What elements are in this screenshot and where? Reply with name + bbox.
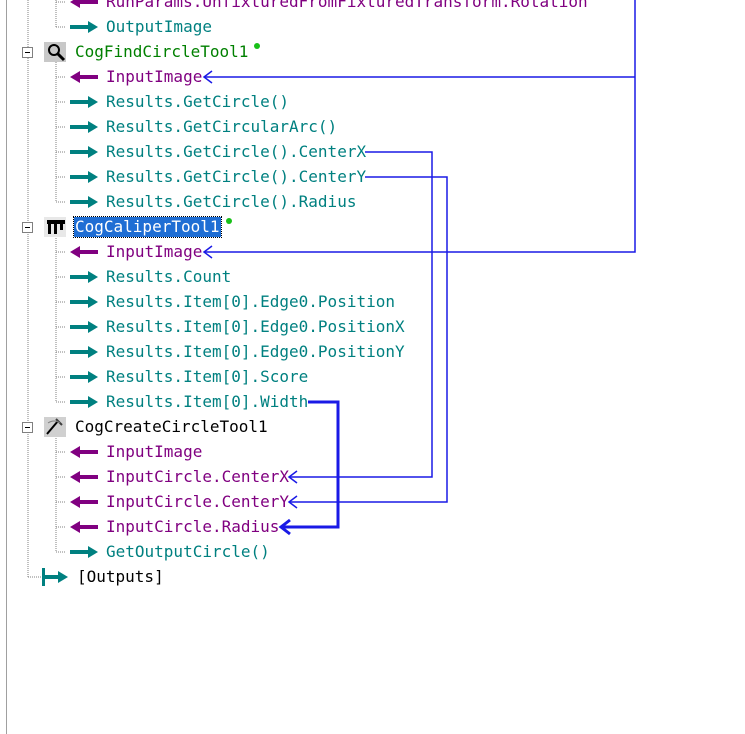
link-center-y	[290, 176, 448, 503]
link-width-radius	[282, 400, 340, 529]
link-output-image	[205, 0, 636, 253]
link-lines	[202, 0, 636, 536]
tool-tree: RunParams.UnfixturedFromFixturedTransfor…	[0, 0, 745, 734]
link-center-x	[290, 151, 433, 478]
